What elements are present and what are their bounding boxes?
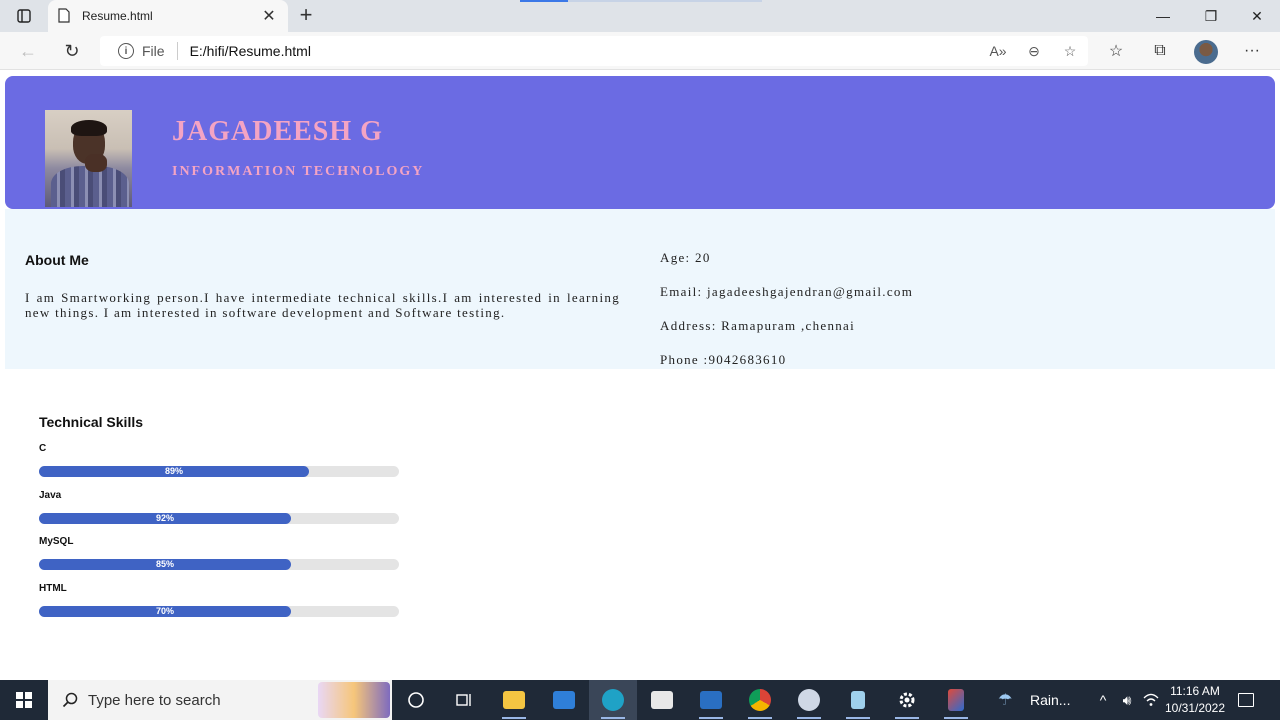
mail-icon[interactable] [540,680,588,720]
skill-fill-java: 92% [39,513,291,524]
read-aloud-icon[interactable]: A» [980,43,1016,59]
profile-avatar[interactable] [1194,40,1218,64]
skill-name-html: HTML [39,583,67,594]
email-text: Email: jagadeeshgajendran@gmail.com [660,284,914,299]
loading-indicator-track [568,0,762,2]
notepad-icon[interactable] [834,680,882,720]
search-placeholder: Type here to search [88,691,221,709]
info-icon[interactable]: i [118,43,134,59]
settings-icon[interactable] [883,680,931,720]
skill-bar-html: 70% [39,606,399,617]
start-button[interactable] [0,680,48,720]
app-icon[interactable] [932,680,980,720]
show-hidden-icons-icon[interactable]: ^ [1092,680,1114,720]
weather-widget[interactable]: ☂ Rain... [998,680,1084,720]
volume-icon[interactable]: 🔊︎ [1116,680,1138,720]
skills-title: Technical Skills [39,414,144,430]
refresh-button[interactable]: ↻ [58,38,86,64]
skill-name-java: Java [39,490,62,501]
zoom-icon[interactable]: ⊖ [1016,43,1052,60]
notification-center-icon[interactable] [1232,688,1260,712]
rain-umbrella-icon: ☂ [998,692,1013,709]
tab-title: Resume.html [82,9,153,23]
more-menu-icon[interactable]: ··· [1238,40,1266,62]
windows-logo-icon [16,692,32,708]
file-explorer-icon[interactable] [490,680,538,720]
resume-header: JAGADEESH G INFORMATION TECHNOLOGY [5,76,1275,209]
skill-bar-java: 92% [39,513,399,524]
document-icon [58,8,72,24]
address-separator [176,42,178,60]
profile-photo [45,110,132,207]
weather-text: Rain... [1030,692,1071,708]
resume-page: JAGADEESH G INFORMATION TECHNOLOGY About… [0,71,1280,680]
cortana-icon[interactable] [392,680,440,720]
skill-fill-html: 70% [39,606,291,617]
skill-fill-c: 89% [39,466,309,477]
add-favorite-icon[interactable]: ☆ [1052,43,1088,60]
skill-bar-mysql: 85% [39,559,399,570]
browser-toolbar: ← ↻ i File E:/hifi/Resume.html A» ⊖ ☆ ☆ … [0,32,1280,70]
about-title: About Me [25,252,89,268]
new-tab-button[interactable]: + [294,4,318,28]
candidate-name: JAGADEESH G [172,116,383,147]
restore-button[interactable]: ❐ [1188,0,1234,32]
tab-close-icon[interactable]: ✕ [260,6,278,26]
clock-time: 11:16 AM [1170,684,1220,698]
back-button[interactable]: ← [14,38,42,64]
minimize-button[interactable]: — [1140,0,1186,32]
candidate-department: INFORMATION TECHNOLOGY [172,164,425,179]
collections-icon[interactable]: ⧉ [1146,40,1174,62]
browser-tab[interactable]: Resume.html ✕ [48,0,288,32]
edge-icon[interactable] [589,680,637,720]
windows-taskbar: Type here to search ☂ Rain... ^ 🔊︎ 11:16… [0,680,1280,720]
skill-name-mysql: MySQL [39,536,74,547]
clock-date: 10/31/2022 [1164,701,1226,715]
info-section: About Me I am Smartworking person.I have… [5,209,1275,369]
skill-bar-c: 89% [39,466,399,477]
network-icon[interactable] [1140,680,1162,720]
address-text: Address: Ramapuram ,chennai [660,318,856,333]
photos-icon[interactable] [687,680,735,720]
chrome-icon[interactable] [736,680,784,720]
close-window-button[interactable]: ✕ [1234,0,1280,32]
loading-indicator [520,0,568,2]
taskbar-search[interactable]: Type here to search [48,680,392,720]
system-clock[interactable]: 11:16 AM 10/31/2022 [1160,683,1230,717]
store-icon[interactable] [638,680,686,720]
paint-icon[interactable] [785,680,833,720]
address-bar[interactable]: i File E:/hifi/Resume.html A» ⊖ ☆ [100,36,1088,66]
search-highlight-image [318,682,390,718]
favorites-icon[interactable]: ☆ [1102,40,1130,62]
search-icon [62,692,78,708]
skill-name-c: C [39,443,47,454]
phone-text: Phone :9042683610 [660,352,787,367]
about-text: I am Smartworking person.I have intermed… [25,290,620,320]
task-view-icon[interactable] [440,680,488,720]
browser-titlebar: Resume.html ✕ + — ❐ ✕ [0,0,1280,32]
tab-actions-icon[interactable] [10,6,38,26]
file-label: File [142,43,165,59]
age-text: Age: 20 [660,250,711,265]
skill-fill-mysql: 85% [39,559,291,570]
url-text[interactable]: E:/hifi/Resume.html [190,43,980,59]
